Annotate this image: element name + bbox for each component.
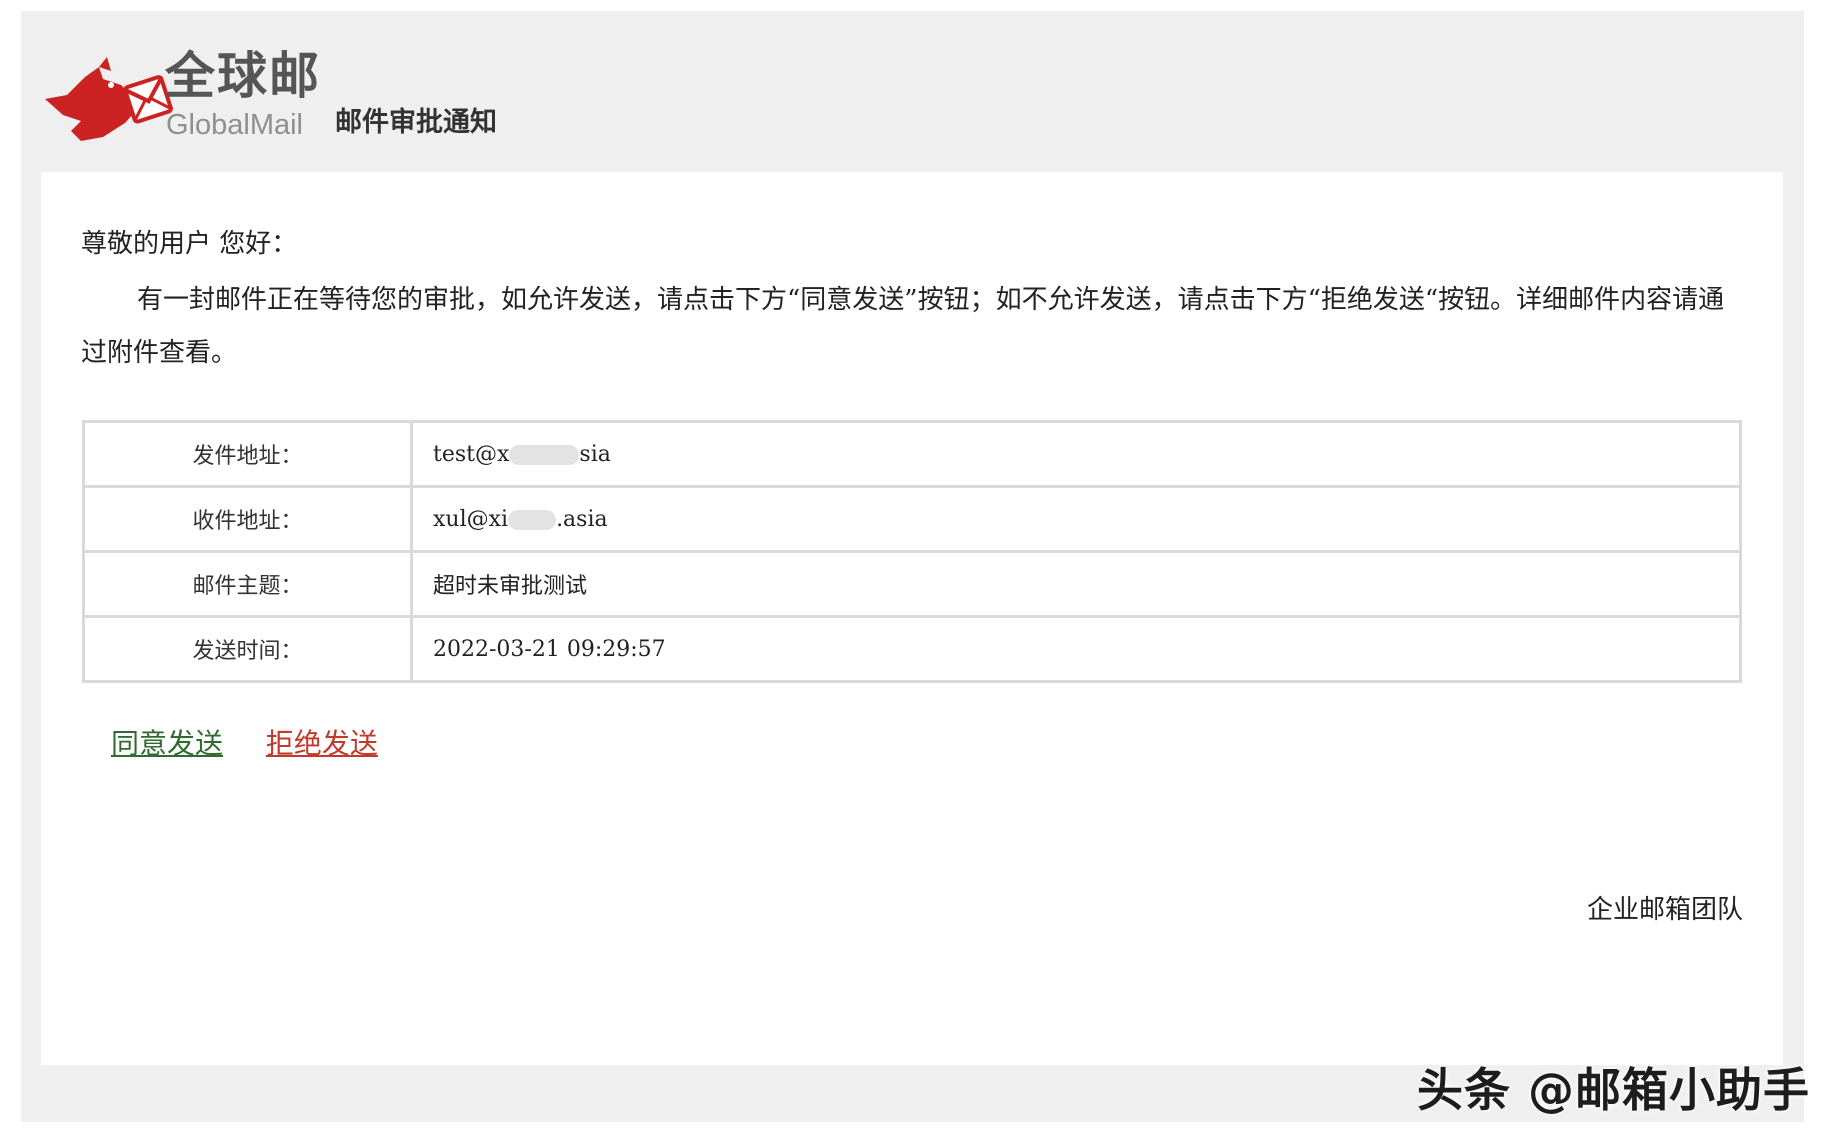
sender-address-start: test@x xyxy=(433,441,510,467)
redaction-blur xyxy=(508,509,557,530)
redaction-blur xyxy=(509,444,580,465)
signature-text: 企业邮箱团队 xyxy=(1586,895,1743,925)
mail-details-table: 发件地址： test@x sia 收件地址： xul@xi .asia 邮件主题： … xyxy=(82,420,1742,683)
table-row: 收件地址： xul@xi .asia xyxy=(82,485,1742,553)
mail-content: 尊敬的用户 您好： 有一封邮件正在等待您的审批，如允许发送，请点击下方“同意发送… xyxy=(41,172,1783,1065)
sender-address-label: 发件地址： xyxy=(82,420,413,488)
logo-english-name: GlobalMail xyxy=(166,109,303,141)
logo-chinese-name: 全球邮 xyxy=(165,47,321,105)
reject-send-link[interactable]: 拒绝发送 xyxy=(266,727,378,760)
table-row: 发送时间： 2022-03-21 09:29:57 xyxy=(82,615,1742,683)
recipient-address-value: xul@xi .asia xyxy=(410,485,1742,553)
sender-address-value: test@x sia xyxy=(410,420,1742,488)
mail-frame: 全球邮 GlobalMail 邮件审批通知 尊敬的用户 您好： 有一封邮件正在等… xyxy=(21,11,1804,1122)
table-row: 邮件主题： 超时未审批测试 xyxy=(82,550,1742,618)
approve-send-link[interactable]: 同意发送 xyxy=(111,727,223,760)
subject-value: 超时未审批测试 xyxy=(410,550,1742,618)
watermark-text: 头条 @邮箱小助手 xyxy=(1416,1063,1810,1117)
recipient-address-start: xul@xi xyxy=(433,506,509,532)
subject-label: 邮件主题： xyxy=(82,550,413,618)
recipient-address-end: .asia xyxy=(556,506,608,532)
approval-actions: 同意发送 拒绝发送 xyxy=(111,722,412,762)
page-title: 邮件审批通知 xyxy=(335,107,497,138)
intro-paragraph: 有一封邮件正在等待您的审批，如允许发送，请点击下方“同意发送”按钮；如不允许发送… xyxy=(81,285,1725,368)
table-row: 发件地址： test@x sia xyxy=(82,420,1742,488)
greeting-text: 尊敬的用户 您好： xyxy=(81,229,298,259)
send-time-value: 2022-03-21 09:29:57 xyxy=(410,615,1742,683)
sender-address-end: sia xyxy=(579,441,611,467)
send-time-label: 发送时间： xyxy=(82,615,413,683)
recipient-address-label: 收件地址： xyxy=(82,485,413,553)
logo-bird-icon xyxy=(45,57,173,141)
mail-header: 全球邮 GlobalMail 邮件审批通知 xyxy=(21,11,1804,171)
